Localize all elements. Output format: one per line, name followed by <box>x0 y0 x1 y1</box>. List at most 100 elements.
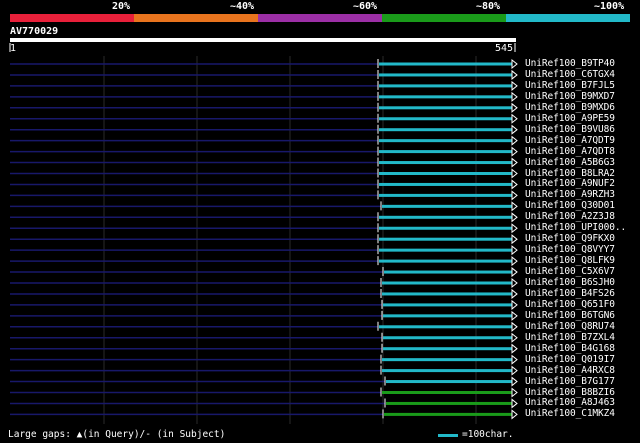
hit-bar <box>383 336 512 340</box>
hit-bar <box>379 117 512 121</box>
hit-arrow <box>511 201 518 212</box>
hit-label[interactable]: UniRef100_A4RXC8 <box>525 365 615 376</box>
hit-arrow <box>511 387 518 398</box>
hit-bar <box>379 237 512 241</box>
hit-arrow <box>511 91 518 102</box>
hit-label[interactable]: UniRef100_Q651F0 <box>525 299 615 310</box>
hit-arrow <box>511 398 518 409</box>
hit-label[interactable]: UniRef100_Q30D01 <box>525 201 615 211</box>
hit-label[interactable]: UniRef100_A8J463 <box>525 398 615 408</box>
hit-label[interactable]: UniRef100_Q019I7 <box>525 354 615 365</box>
hit-label[interactable]: UniRef100_C6TGX4 <box>525 69 615 80</box>
hit-bar <box>379 215 512 219</box>
hit-arrow <box>511 245 518 256</box>
hit-label[interactable]: UniRef100_Q9FKX0 <box>525 234 615 244</box>
hit-arrow <box>511 80 518 91</box>
hit-label[interactable]: UniRef100_B6TGN6 <box>525 310 615 321</box>
hit-arrow <box>511 256 518 267</box>
hit-bar <box>379 62 512 66</box>
hit-label[interactable]: UniRef100_B8BZI6 <box>525 387 615 398</box>
hit-arrow <box>511 179 518 190</box>
hit-label[interactable]: UniRef100_A9PE59 <box>525 113 615 124</box>
hit-bar <box>382 204 512 208</box>
hit-label[interactable]: UniRef100_B9VU86 <box>525 124 615 135</box>
hit-bar <box>379 128 512 132</box>
hit-arrow <box>511 310 518 321</box>
hit-arrow <box>511 354 518 365</box>
hit-arrow <box>511 212 518 223</box>
hit-arrow <box>511 267 518 278</box>
hit-bar <box>386 401 512 405</box>
hit-arrow <box>511 102 518 113</box>
hit-label[interactable]: UniRef100_UPI000.. <box>525 223 626 233</box>
hit-arrow <box>511 343 518 354</box>
hit-bar <box>386 380 512 384</box>
hit-arrow <box>511 168 518 179</box>
hit-bar <box>382 358 512 362</box>
hit-bar <box>379 325 512 329</box>
hit-arrow <box>511 146 518 157</box>
hit-arrow <box>511 376 518 387</box>
hit-bar <box>383 303 512 307</box>
hit-bar <box>379 161 512 165</box>
hit-label[interactable]: UniRef100_A9NUF2 <box>525 179 615 189</box>
hit-arrow <box>511 299 518 310</box>
hit-bar <box>379 139 512 143</box>
hit-label[interactable]: UniRef100_C1MKZ4 <box>525 409 615 419</box>
hit-arrow <box>511 113 518 124</box>
hit-label[interactable]: UniRef100_B4FS26 <box>525 288 615 299</box>
hit-arrow <box>511 58 518 70</box>
hit-bar <box>384 270 512 274</box>
hit-label[interactable]: UniRef100_B7G177 <box>525 376 615 387</box>
hit-label[interactable]: UniRef100_A7QDT9 <box>525 135 615 146</box>
hit-arrow <box>511 234 518 245</box>
hit-arrow <box>511 277 518 289</box>
hit-label[interactable]: UniRef100_B8LRA2 <box>525 168 615 179</box>
gap-legend: Large gaps: ▲(in Query)/- (in Subject) <box>8 429 226 440</box>
hit-label[interactable]: UniRef100_A9RZH3 <box>525 190 615 200</box>
hit-arrow <box>511 135 518 146</box>
hit-bar <box>379 95 512 99</box>
hit-arrow <box>511 332 518 343</box>
hit-label[interactable]: UniRef100_Q8VYY7 <box>525 245 615 255</box>
hit-bar <box>379 226 512 230</box>
hit-arrow <box>511 69 518 80</box>
hit-label[interactable]: UniRef100_B6SJH0 <box>525 278 615 288</box>
scale-legend: =100char. <box>462 429 514 440</box>
hit-label[interactable]: UniRef100_B7FJL5 <box>525 80 615 91</box>
hit-bar <box>379 73 512 77</box>
hit-bar <box>383 314 512 318</box>
hit-bar <box>379 150 512 154</box>
hit-bar <box>379 248 512 252</box>
hit-bar <box>379 259 512 263</box>
hit-arrow <box>511 365 518 376</box>
hit-bar <box>384 412 512 416</box>
hit-label[interactable]: UniRef100_Q8RU74 <box>525 321 615 332</box>
hit-bar <box>379 84 512 88</box>
hit-arrow <box>511 124 518 135</box>
hit-bar <box>379 172 512 175</box>
hit-bar <box>382 281 512 285</box>
hit-label[interactable]: UniRef100_A5B6G3 <box>525 157 615 168</box>
hit-label[interactable]: UniRef100_C5X6V7 <box>525 267 615 277</box>
hit-label[interactable]: UniRef100_Q8LFK9 <box>525 256 615 266</box>
hit-bar <box>379 106 512 110</box>
hit-arrow <box>511 321 518 332</box>
hit-label[interactable]: UniRef100_A2Z3J8 <box>525 212 615 222</box>
hit-arrow <box>511 223 518 234</box>
hit-label[interactable]: UniRef100_B7ZXL4 <box>525 332 615 343</box>
hit-bar <box>379 193 512 197</box>
hit-bar <box>379 182 512 186</box>
hit-bar <box>383 347 512 351</box>
hit-label[interactable]: UniRef100_B4G168 <box>525 343 615 354</box>
hit-label[interactable]: UniRef100_B9MXD7 <box>525 91 615 102</box>
hit-arrow <box>511 288 518 299</box>
hit-label[interactable]: UniRef100_A7QDT8 <box>525 146 615 157</box>
hit-arrow <box>511 409 518 420</box>
hit-bar <box>382 369 512 373</box>
hit-label[interactable]: UniRef100_B9TP40 <box>525 59 615 69</box>
hit-arrow <box>511 157 518 168</box>
hit-arrow <box>511 190 518 201</box>
hit-label[interactable]: UniRef100_B9MXD6 <box>525 102 615 113</box>
hit-bar <box>382 292 512 296</box>
